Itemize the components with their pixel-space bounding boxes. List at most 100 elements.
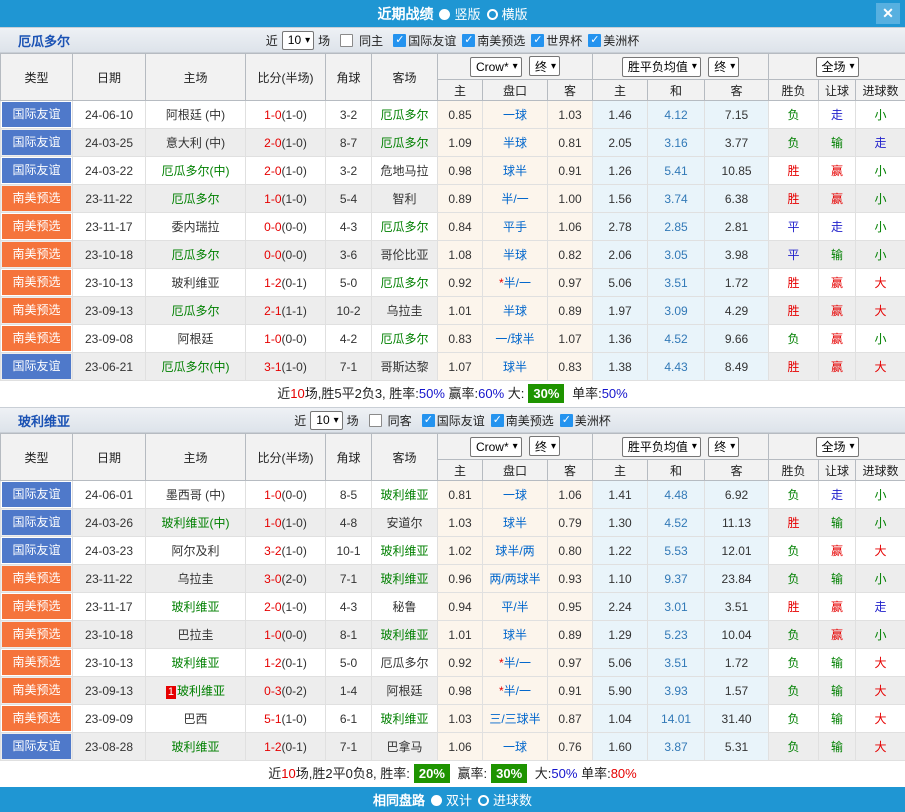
same-trend-radio[interactable]	[478, 795, 489, 806]
cell-home-odds: 0.92	[438, 649, 483, 677]
cell-avg-away: 1.57	[705, 677, 769, 705]
cell-avg-home: 2.05	[593, 129, 648, 157]
table-row: 南美预选23-10-13玻利维亚1-2(0-1)5-0厄瓜多尔0.92*半/一0…	[1, 269, 905, 297]
cell-corners: 5-4	[326, 185, 372, 213]
cell-date: 23-10-18	[73, 241, 146, 269]
cell-away-team: 玻利维亚	[372, 705, 438, 733]
halftime-score: (0-0)	[282, 488, 307, 502]
halftime-score: (0-2)	[282, 684, 307, 698]
summary-segment: 30%	[528, 384, 564, 403]
col-header-date: 日期	[73, 54, 146, 101]
home-team-name: 厄瓜多尔(中)	[162, 360, 230, 374]
cell-score: 1-0(1-0)	[246, 509, 326, 537]
cell-avg-draw: 4.48	[648, 481, 705, 509]
cell-score: 1-2(0-1)	[246, 269, 326, 297]
cell-score: 1-0(0-0)	[246, 621, 326, 649]
competition-checkbox[interactable]	[588, 34, 601, 47]
cell-handicap: 半球	[483, 241, 548, 269]
cell-avg-home: 1.60	[593, 733, 648, 761]
avg-final-select[interactable]: 终	[708, 57, 739, 77]
panel-title: 近期战绩	[377, 4, 433, 24]
same-venue-checkbox[interactable]	[369, 414, 382, 427]
cell-corners: 4-2	[326, 325, 372, 353]
cell-result-outcome: 负	[769, 705, 819, 733]
odds-company-select[interactable]: Crow*	[470, 57, 522, 77]
cell-league: 南美预选	[1, 325, 73, 353]
cell-result-goals: 小	[856, 509, 905, 537]
competition-checkbox[interactable]	[422, 414, 435, 427]
competition-checkbox[interactable]	[491, 414, 504, 427]
cell-league: 国际友谊	[1, 733, 73, 761]
cell-result-handicap: 输	[819, 565, 856, 593]
cell-away-team: 阿根廷	[372, 677, 438, 705]
cell-corners: 4-3	[326, 593, 372, 621]
same-venue-checkbox[interactable]	[340, 34, 353, 47]
away-team-name: 玻利维亚	[380, 572, 428, 586]
cell-handicap: 平手	[483, 213, 548, 241]
cell-home-team: 玻利维亚	[146, 733, 246, 761]
match-count-select[interactable]: 10	[310, 411, 342, 430]
fulltime-score: 1-2	[264, 740, 281, 754]
avg-final-select[interactable]: 终	[708, 437, 739, 457]
period-select[interactable]: 全场	[816, 57, 859, 77]
odds-company-select[interactable]: Crow*	[470, 437, 522, 457]
cell-result-handicap: 赢	[819, 185, 856, 213]
league-badge: 南美预选	[2, 650, 71, 675]
league-badge: 南美预选	[2, 326, 71, 351]
table-row: 国际友谊24-03-22厄瓜多尔(中)2-0(1-0)3-2危地马拉0.98球半…	[1, 157, 905, 185]
away-team-name: 玻利维亚	[380, 628, 428, 642]
team-section: 厄瓜多尔 近 10 场 同主 国际友谊南美预选世界杯美洲杯 类型 日期	[0, 27, 905, 407]
competition-checkbox[interactable]	[393, 34, 406, 47]
cell-away-team: 哥伦比亚	[372, 241, 438, 269]
cell-away-odds: 0.91	[548, 157, 593, 185]
avg-odds-select[interactable]: 胜平负均值	[622, 57, 701, 77]
cell-avg-away: 12.01	[705, 537, 769, 565]
cell-result-outcome: 负	[769, 733, 819, 761]
summary-segment: 60%	[478, 386, 504, 401]
competition-checkbox[interactable]	[560, 414, 573, 427]
cell-result-handicap: 输	[819, 677, 856, 705]
cell-handicap: 三/三球半	[483, 705, 548, 733]
competition-checkbox[interactable]	[462, 34, 475, 47]
handicap-name: 两/两球半	[489, 572, 540, 586]
odds-final-select[interactable]: 终	[529, 56, 560, 76]
cell-home-team: 阿根廷	[146, 325, 246, 353]
cell-result-handicap: 赢	[819, 621, 856, 649]
same-trend-radio[interactable]	[431, 795, 442, 806]
cell-avg-draw: 3.05	[648, 241, 705, 269]
cell-date: 23-09-13	[73, 297, 146, 325]
col-header-date: 日期	[73, 434, 146, 481]
odds-company-value: Crow*	[476, 60, 509, 74]
cell-league: 国际友谊	[1, 101, 73, 129]
cell-result-goals: 大	[856, 649, 905, 677]
league-badge: 南美预选	[2, 214, 71, 239]
cell-result-handicap: 赢	[819, 269, 856, 297]
cell-avg-home: 1.36	[593, 325, 648, 353]
layout-mode-radio[interactable]	[487, 9, 498, 20]
cell-avg-home: 1.10	[593, 565, 648, 593]
cell-league: 国际友谊	[1, 537, 73, 565]
avg-odds-select[interactable]: 胜平负均值	[622, 437, 701, 457]
cell-result-handicap: 输	[819, 129, 856, 157]
cell-avg-home: 5.90	[593, 677, 648, 705]
cell-avg-away: 10.04	[705, 621, 769, 649]
cell-result-handicap: 输	[819, 705, 856, 733]
cell-away-odds: 0.91	[548, 677, 593, 705]
handicap-name: 半/一	[504, 276, 531, 290]
period-select[interactable]: 全场	[816, 437, 859, 457]
col-header-away: 客场	[372, 54, 438, 101]
league-badge: 国际友谊	[2, 102, 71, 127]
competition-checkbox[interactable]	[531, 34, 544, 47]
cell-handicap: 球半	[483, 353, 548, 381]
cell-away-odds: 1.06	[548, 213, 593, 241]
cell-home-team: 玻利维亚(中)	[146, 509, 246, 537]
odds-final-select[interactable]: 终	[529, 436, 560, 456]
cell-handicap: 球半/两	[483, 537, 548, 565]
summary-segment: 单率:	[577, 766, 610, 781]
cell-avg-draw: 9.37	[648, 565, 705, 593]
close-button[interactable]: ✕	[876, 3, 900, 24]
match-count-select[interactable]: 10	[282, 31, 314, 50]
layout-mode-radio[interactable]	[439, 9, 450, 20]
subcol-avg-away: 客	[705, 80, 769, 101]
cell-score: 2-0(1-0)	[246, 157, 326, 185]
